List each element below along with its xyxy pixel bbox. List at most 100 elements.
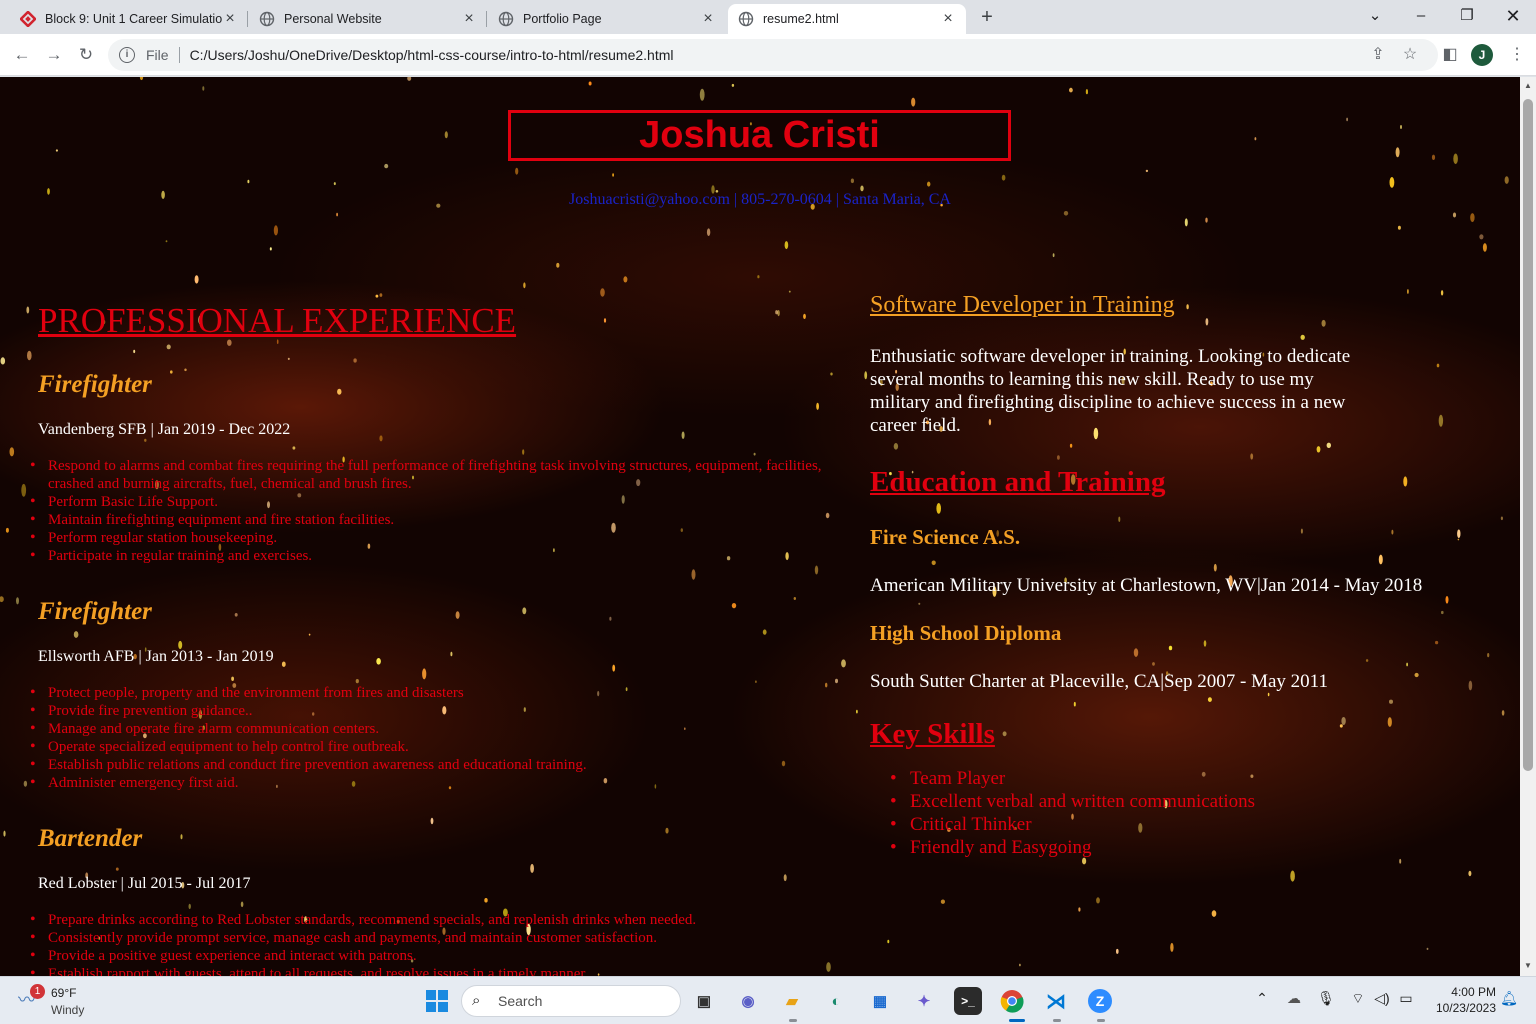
skills-heading: Key Skills [870, 718, 995, 750]
tab-title: Portfolio Page [523, 12, 602, 26]
running-indicator [1053, 1019, 1061, 1022]
profile-avatar[interactable]: J [1471, 44, 1493, 66]
job-title: Firefighter [38, 371, 152, 398]
school-line: South Sutter Charter at Placeville, CA|S… [870, 671, 1328, 692]
running-indicator [789, 1019, 797, 1022]
new-tab-button[interactable]: + [975, 6, 999, 30]
task-view-icon[interactable]: ▣ [690, 987, 718, 1015]
tab-strip: Block 9: Unit 1 Career Simulatio × Perso… [0, 0, 1536, 34]
copilot-icon[interactable]: ✦ [910, 987, 938, 1015]
job-meta: Vandenberg SFB | Jan 2019 - Dec 2022 [38, 421, 291, 438]
tab-title: Personal Website [284, 12, 382, 26]
microphone-icon[interactable]: 🎙︎ [1316, 990, 1336, 1007]
degree-title: Fire Science A.S. [870, 525, 1021, 549]
forward-button[interactable]: → [41, 42, 67, 68]
tab-search-icon[interactable]: ⌄ [1352, 0, 1398, 32]
minimize-button[interactable]: – [1398, 0, 1444, 32]
address-bar[interactable]: i File C:/Users/Joshu/OneDrive/Desktop/h… [108, 39, 1438, 71]
taskbar-search[interactable]: ⌕ Search [461, 985, 681, 1017]
tab-title: resume2.html [763, 12, 839, 26]
vertical-scrollbar[interactable]: ▲ ▼ [1520, 77, 1536, 976]
vscode-icon[interactable]: ⋊ [1042, 987, 1070, 1015]
chrome-icon[interactable] [998, 987, 1026, 1015]
globe-icon [259, 11, 275, 27]
terminal-icon[interactable]: >_ [954, 987, 982, 1015]
experience-column: PROFESSIONAL EXPERIENCE Firefighter Vand… [30, 300, 838, 976]
duty-item: Respond to alarms and combat fires requi… [30, 457, 838, 493]
skill-item: Excellent verbal and written communicati… [870, 790, 1490, 813]
skill-item: Team Player [870, 767, 1490, 790]
side-panel-icon[interactable]: ◧ [1439, 44, 1461, 66]
info-icon[interactable]: i [119, 47, 135, 63]
duty-item: Manage and operate fire alarm communicat… [30, 720, 838, 738]
back-button[interactable]: ← [9, 42, 35, 68]
start-button[interactable] [423, 987, 451, 1015]
tab-resume2[interactable]: resume2.html × [728, 4, 966, 34]
contact-line: Joshuacristi@yahoo.com | 805-270-0604 | … [569, 191, 951, 208]
close-tab-icon[interactable]: × [700, 11, 716, 27]
skill-item: Friendly and Easygoing [870, 836, 1490, 859]
duty-item: Provide fire prevention guidance.. [30, 702, 838, 720]
job-meta: Ellsworth AFB | Jan 2013 - Jan 2019 [38, 648, 274, 665]
menu-icon[interactable]: ⋮ [1506, 44, 1528, 66]
volume-icon[interactable]: ◁) [1372, 990, 1392, 1007]
chevron-up-icon[interactable]: ⌃ [1252, 990, 1272, 1007]
maximize-button[interactable]: ❐ [1444, 0, 1490, 32]
weather-condition: Windy [51, 1003, 85, 1017]
scroll-down-arrow[interactable]: ▼ [1523, 961, 1533, 970]
close-tab-icon[interactable]: × [461, 11, 477, 27]
duty-item: Consistently provide prompt service, man… [30, 929, 838, 947]
scroll-up-arrow[interactable]: ▲ [1523, 81, 1533, 90]
divider [178, 47, 180, 63]
bookmark-star-icon[interactable]: ☆ [1399, 44, 1421, 66]
education-heading: Education and Training [870, 466, 1166, 498]
scrollbar-thumb[interactable] [1523, 99, 1533, 771]
duty-item: Participate in regular training and exer… [30, 547, 838, 565]
search-label: Search [498, 993, 543, 1009]
clock[interactable]: 4:00 PM 10/23/2023 [1426, 984, 1496, 1016]
notification-badge: 1 [30, 984, 45, 999]
browser-toolbar: ← → ↻ i File C:/Users/Joshu/OneDrive/Des… [0, 34, 1536, 76]
close-window-button[interactable]: ✕ [1490, 0, 1536, 32]
tab-portfolio-page[interactable]: Portfolio Page × [488, 4, 726, 34]
notification-bell-icon[interactable]: 🔔︎ [1499, 990, 1519, 1007]
duty-item: Administer emergency first aid. [30, 774, 838, 792]
duty-list: Protect people, property and the environ… [30, 684, 838, 792]
share-icon[interactable]: ⇪ [1367, 44, 1389, 66]
file-explorer-icon[interactable]: ▰ [778, 987, 806, 1015]
tab-career-simulation[interactable]: Block 9: Unit 1 Career Simulatio × [10, 4, 248, 34]
duty-list: Respond to alarms and combat fires requi… [30, 457, 838, 565]
name-heading: Joshua Cristi [508, 110, 1011, 161]
close-tab-icon[interactable]: × [222, 11, 238, 27]
duty-item: Maintain firefighting equipment and fire… [30, 511, 838, 529]
reload-button[interactable]: ↻ [73, 42, 99, 68]
date-text: 10/23/2023 [1435, 1001, 1496, 1015]
url-scheme: File [146, 47, 169, 63]
objective-text: Enthusiatic software developer in traini… [870, 346, 1351, 436]
job-title: Firefighter [38, 598, 152, 625]
battery-icon[interactable]: ▭ [1396, 990, 1416, 1007]
duty-list: Prepare drinks according to Red Lobster … [30, 911, 838, 976]
duty-item: Prepare drinks according to Red Lobster … [30, 911, 838, 929]
zoom-icon[interactable]: Z [1086, 987, 1114, 1015]
globe-icon [738, 11, 754, 27]
tab-title: Block 9: Unit 1 Career Simulatio [45, 12, 222, 26]
wifi-icon[interactable]: ⌔ [1348, 990, 1368, 1008]
close-tab-icon[interactable]: × [940, 11, 956, 27]
skills-list: Team Player Excellent verbal and written… [870, 767, 1490, 859]
store-icon[interactable]: ▦ [866, 987, 894, 1015]
skill-item: Critical Thinker [870, 813, 1490, 836]
duty-item: Perform regular station housekeeping. [30, 529, 838, 547]
resume-page: Joshua Cristi Joshuacristi@yahoo.com | 8… [0, 77, 1520, 976]
weather-widget[interactable]: 〰 1 69°F Windy [16, 983, 136, 1019]
teams-chat-icon[interactable]: ◉ [734, 987, 762, 1015]
windows-taskbar: 〰 1 69°F Windy ⌕ Search ▣ ◉ ▰ ◐ ▦ ✦ >_ ⋊… [0, 976, 1536, 1024]
url-text[interactable]: C:/Users/Joshu/OneDrive/Desktop/html-css… [190, 47, 674, 63]
network-alert-icon[interactable]: ☁ [1284, 990, 1304, 1007]
duty-item: Perform Basic Life Support. [30, 493, 838, 511]
summary-column: Software Developer in Training Enthusiat… [870, 291, 1490, 859]
tab-personal-website[interactable]: Personal Website × [249, 4, 487, 34]
edge-icon[interactable]: ◐ [822, 987, 850, 1015]
degree-title: High School Diploma [870, 621, 1062, 645]
red-diamond-icon [20, 11, 36, 27]
